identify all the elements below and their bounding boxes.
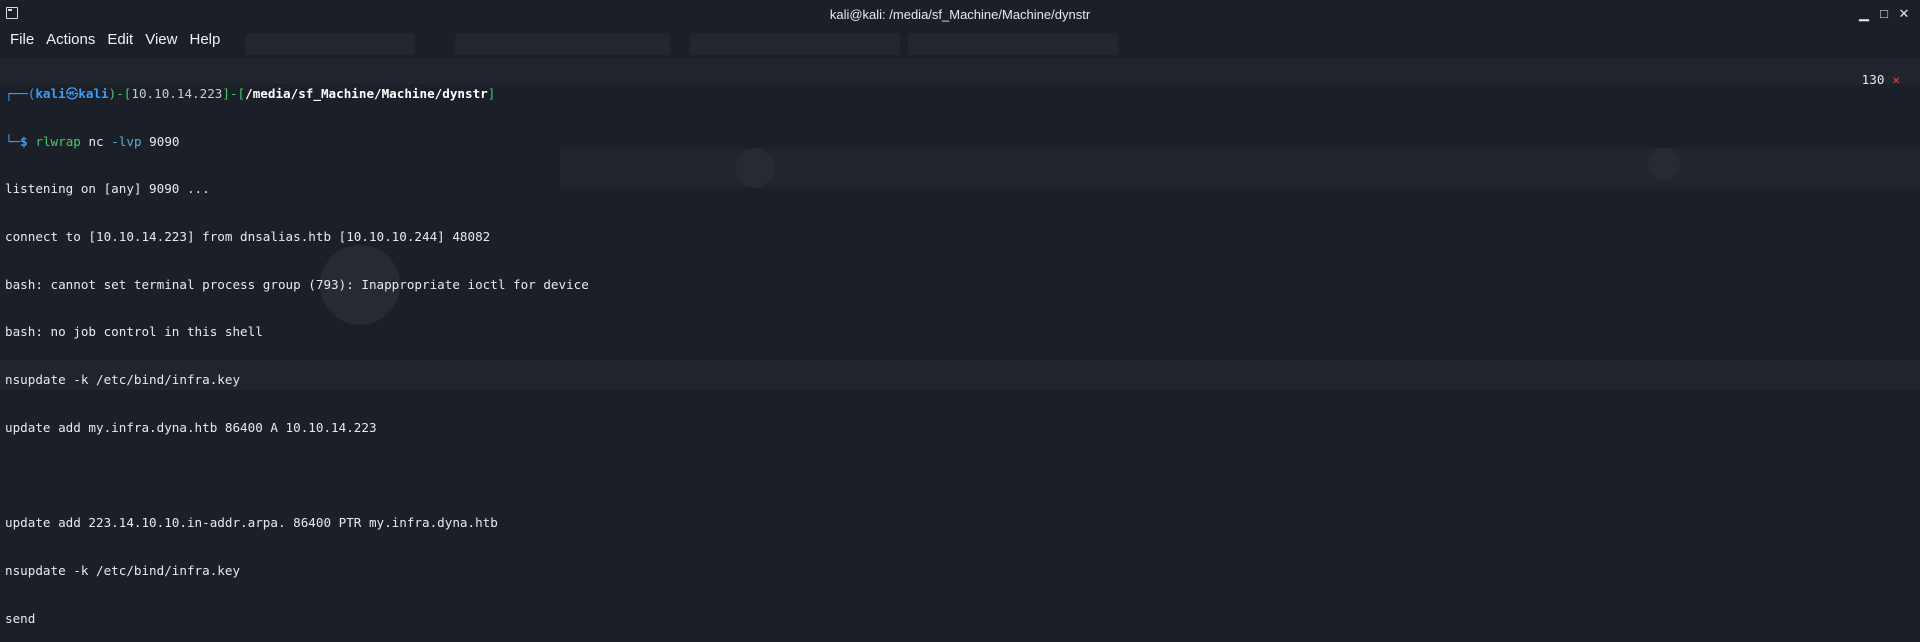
output-line: nsupdate -k /etc/bind/infra.key	[5, 372, 241, 388]
menu-file[interactable]: File	[0, 30, 40, 50]
exit-status: 130 ✕	[1862, 72, 1900, 87]
exit-code: 130	[1861, 72, 1885, 87]
output-line: nsupdate -k /etc/bind/infra.key	[5, 562, 241, 578]
output-line: bash: cannot set terminal process group …	[5, 276, 589, 292]
close-button[interactable]: ✕	[1896, 6, 1912, 22]
terminal-output[interactable]: ┌──(kali㉿kali)-[10.10.14.223]-[/media/sf…	[5, 54, 1920, 642]
menu-actions[interactable]: Actions	[40, 30, 101, 50]
prompt-sep-2: ]-[	[222, 85, 246, 101]
prompt-path: /media/sf_Machine/Machine/dynstr	[245, 85, 488, 101]
maximize-button[interactable]: □	[1876, 6, 1892, 22]
prompt-ip: 10.10.14.223	[131, 85, 223, 101]
window-titlebar[interactable]: kali@kali: /media/sf_Machine/Machine/dyn…	[0, 0, 1920, 28]
output-line: connect to [10.10.14.223] from dnsalias.…	[5, 228, 491, 244]
error-x-icon: ✕	[1892, 72, 1900, 87]
prompt-box-corner: ┌──(	[5, 85, 36, 101]
output-line: update add my.infra.dyna.htb 86400 A 10.…	[5, 419, 377, 435]
menu-view[interactable]: View	[139, 30, 183, 50]
output-line: bash: no job control in this shell	[5, 324, 263, 340]
menu-edit[interactable]: Edit	[101, 30, 139, 50]
window-title: kali@kali: /media/sf_Machine/Machine/dyn…	[829, 7, 1091, 22]
menu-bar: File Actions Edit View Help	[0, 30, 226, 50]
prompt-sep-1: )-[	[108, 85, 132, 101]
command-name: rlwrap	[35, 133, 81, 149]
prompt-sep-3: ]	[487, 85, 496, 101]
prompt-at-symbol: ㉿	[65, 85, 79, 101]
output-line: send	[5, 610, 36, 626]
minimize-button[interactable]: ▁	[1856, 6, 1872, 22]
prompt-box-bottom: └─	[5, 133, 21, 149]
command-port: 9090	[149, 133, 180, 149]
prompt-line-2: └─$ rlwrap nc -lvp 9090	[5, 134, 1920, 150]
menu-help[interactable]: Help	[183, 30, 226, 50]
prompt-line-1: ┌──(kali㉿kali)-[10.10.14.223]-[/media/sf…	[5, 86, 1920, 102]
prompt-symbol: $	[20, 133, 28, 149]
prompt-user: kali	[35, 85, 66, 101]
command-flag: -lvp	[111, 133, 142, 149]
command-arg: nc	[88, 133, 104, 149]
output-line: listening on [any] 9090 ...	[5, 181, 210, 197]
prompt-host: kali	[78, 85, 109, 101]
output-line: update add 223.14.10.10.in-addr.arpa. 86…	[5, 515, 498, 531]
